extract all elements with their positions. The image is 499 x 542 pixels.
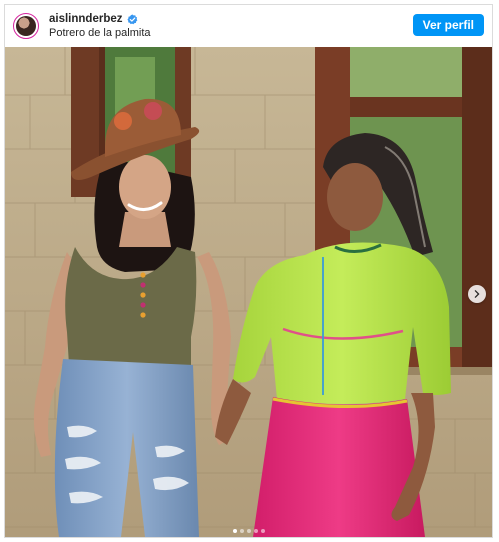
carousel-indicator — [5, 529, 492, 533]
view-profile-button[interactable]: Ver perfil — [412, 14, 484, 36]
carousel-dot — [239, 529, 244, 533]
avatar[interactable] — [13, 13, 39, 39]
location-link[interactable]: Potrero de la palmita — [49, 26, 151, 40]
header-text: aislinnderbez Potrero de la palmita — [49, 12, 151, 40]
username-row: aislinnderbez — [49, 12, 151, 26]
carousel-dot — [253, 529, 258, 533]
post-photo[interactable] — [5, 47, 492, 537]
verified-badge-icon — [126, 13, 138, 25]
carousel-dot — [246, 529, 251, 533]
chevron-right-icon — [473, 285, 481, 303]
carousel-dot — [260, 529, 265, 533]
next-slide-button[interactable] — [468, 285, 486, 303]
post-header: aislinnderbez Potrero de la palmita Ver … — [5, 5, 492, 47]
avatar-image — [16, 16, 36, 36]
photo-illustration — [5, 47, 492, 537]
username[interactable]: aislinnderbez — [49, 12, 123, 26]
instagram-embed-card: aislinnderbez Potrero de la palmita Ver … — [4, 4, 493, 538]
carousel-dot — [232, 529, 237, 533]
